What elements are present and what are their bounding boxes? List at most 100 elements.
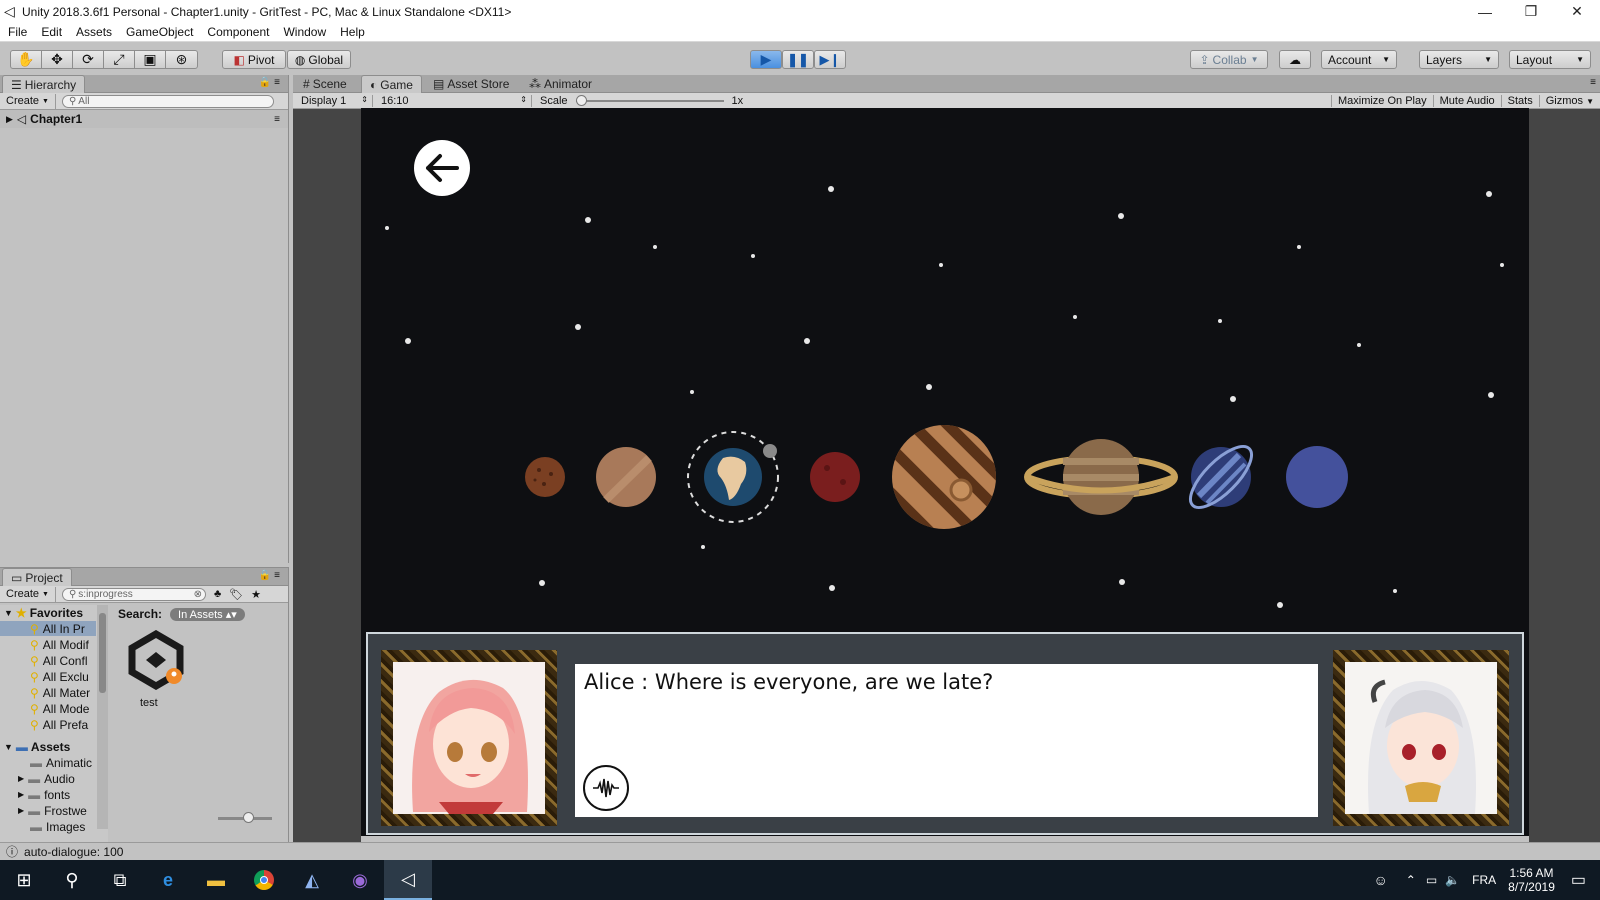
menu-assets[interactable]: Assets xyxy=(76,25,112,39)
clock[interactable]: 1:56 AM 8/7/2019 xyxy=(1508,866,1555,894)
expand-arrow-icon[interactable]: ▶ xyxy=(6,114,13,125)
transform-tool-icon[interactable]: ⊛ xyxy=(166,50,197,69)
list-item[interactable]: ▬ Images xyxy=(30,819,85,834)
menu-gameobject[interactable]: GameObject xyxy=(126,25,193,39)
minimize-button[interactable]: — xyxy=(1462,0,1508,23)
app-icon[interactable]: ◭ xyxy=(288,860,336,900)
search-icon[interactable]: ⚲ xyxy=(48,860,96,900)
game-viewport[interactable]: Alice : Where is everyone, are we late? xyxy=(361,108,1529,836)
scene-menu-icon[interactable]: ≡ xyxy=(274,114,280,125)
list-item[interactable]: ⚲ All Confl xyxy=(30,653,87,668)
play-button[interactable]: ▶ xyxy=(750,50,782,69)
list-item[interactable]: ⚲ All Modif xyxy=(30,637,89,652)
assets-header[interactable]: ▼ ▬ Assets xyxy=(4,739,70,755)
tab-project[interactable]: ▭ Project xyxy=(2,568,72,586)
menu-component[interactable]: Component xyxy=(207,25,269,39)
edge-browser-icon[interactable]: e xyxy=(144,860,192,900)
uranus-planet[interactable] xyxy=(1181,437,1260,516)
collab-dropdown[interactable]: ⇪ Collab ▼ xyxy=(1190,50,1268,69)
hierarchy-scene-row[interactable]: ▶ ◁ Chapter1 ≡ xyxy=(0,110,288,128)
file-explorer-icon[interactable]: ▬ xyxy=(192,860,240,900)
list-item[interactable]: ▶ ▬ Audio xyxy=(18,771,75,786)
panel-menu-icon[interactable]: ≡ xyxy=(1590,77,1596,88)
voice-play-button[interactable] xyxy=(583,765,629,811)
people-icon[interactable]: ☺ xyxy=(1374,872,1388,888)
hierarchy-search-input[interactable]: ⚲ All xyxy=(61,94,274,108)
clear-search-icon[interactable]: ⊗ xyxy=(194,589,202,600)
status-message[interactable]: auto-dialogue: 100 xyxy=(24,845,123,859)
network-icon[interactable]: ▭ xyxy=(1426,873,1437,887)
account-dropdown[interactable]: Account ▼ xyxy=(1321,50,1397,69)
neptune-planet[interactable] xyxy=(1286,446,1348,508)
earth-planet[interactable] xyxy=(687,431,779,523)
layout-dropdown[interactable]: Layout ▼ xyxy=(1509,50,1591,69)
maximize-on-play-toggle[interactable]: Maximize On Play xyxy=(1330,94,1433,107)
hierarchy-create-button[interactable]: Create ▼ xyxy=(0,93,56,109)
favorites-header[interactable]: ▼ ★ Favorites xyxy=(0,605,108,621)
tab-asset-store[interactable]: ▤ Asset Store xyxy=(425,75,517,93)
display-dropdown[interactable]: Display 1 ⇕ xyxy=(293,94,373,107)
panel-menu-icon[interactable]: 🔒 ≡ xyxy=(259,77,280,88)
search-scope-badge[interactable]: In Assets ▴▾ xyxy=(170,607,245,621)
list-item[interactable]: ⚲ All Mater xyxy=(30,685,90,700)
star-icon[interactable]: ★ xyxy=(251,588,261,601)
mars-planet[interactable] xyxy=(810,452,860,502)
list-item[interactable]: ⚲ All Mode xyxy=(30,701,89,716)
jupiter-planet[interactable] xyxy=(866,398,1011,563)
gizmos-dropdown[interactable]: Gizmos ▼ xyxy=(1538,94,1600,107)
tab-animator[interactable]: ⁂ Animator xyxy=(521,75,600,93)
menu-edit[interactable]: Edit xyxy=(41,25,62,39)
menu-window[interactable]: Window xyxy=(283,25,326,39)
step-button[interactable]: ▶❙ xyxy=(814,50,846,69)
list-item[interactable]: ⚲ All Prefa xyxy=(30,717,88,732)
pivot-toggle[interactable]: ◧ Pivot xyxy=(222,50,286,69)
rect-tool-icon[interactable]: ▣ xyxy=(135,50,166,69)
panel-menu-icon[interactable]: 🔒 ≡ xyxy=(259,570,280,581)
layers-dropdown[interactable]: Layers ▼ xyxy=(1419,50,1499,69)
tab-scene[interactable]: # Scene xyxy=(295,75,355,93)
mute-audio-toggle[interactable]: Mute Audio xyxy=(1432,94,1501,107)
scrollbar-thumb[interactable] xyxy=(99,613,106,693)
list-item[interactable]: ▶ ▬ Frostwe xyxy=(18,803,87,818)
language-indicator[interactable]: FRA xyxy=(1472,873,1496,887)
task-view-icon[interactable]: ⧉ xyxy=(96,860,144,900)
rotate-tool-icon[interactable]: ⟳ xyxy=(73,50,104,69)
mercury-planet[interactable] xyxy=(525,457,565,497)
stats-toggle[interactable]: Stats xyxy=(1500,94,1539,107)
list-item[interactable]: ▶ ▬ fonts xyxy=(18,787,70,802)
unity-asset-icon[interactable] xyxy=(126,629,192,696)
saturn-planet[interactable] xyxy=(1024,439,1178,515)
filter-label-icon[interactable]: 🏷 xyxy=(229,588,243,601)
menu-help[interactable]: Help xyxy=(340,25,365,39)
chrome-browser-icon[interactable] xyxy=(240,860,288,900)
project-search-input[interactable]: ⚲ s:inprogress ⊗ xyxy=(61,587,206,601)
cloud-button[interactable]: ☁ xyxy=(1279,50,1311,69)
tab-hierarchy[interactable]: ☰ Hierarchy xyxy=(2,75,86,93)
list-item[interactable]: ⚲ All Exclu xyxy=(30,669,89,684)
venus-planet[interactable] xyxy=(596,447,656,507)
close-button[interactable]: ✕ xyxy=(1554,0,1600,23)
visual-studio-icon[interactable]: ◉ xyxy=(336,860,384,900)
menu-file[interactable]: File xyxy=(8,25,27,39)
tab-game[interactable]: ◐ Game xyxy=(361,75,422,93)
tree-scrollbar[interactable] xyxy=(97,605,108,829)
notification-icon[interactable]: ▭ xyxy=(1571,870,1586,890)
chevron-up-icon[interactable]: ⌃ xyxy=(1406,873,1416,887)
unity-taskbar-icon[interactable]: ◁ xyxy=(384,860,432,900)
project-create-button[interactable]: Create ▼ xyxy=(0,586,56,602)
scale-tool-icon[interactable]: ⤢ xyxy=(104,50,135,69)
filter-type-icon[interactable]: ♣ xyxy=(214,588,221,600)
slider-thumb[interactable] xyxy=(575,94,587,106)
start-button[interactable]: ⊞ xyxy=(0,860,48,900)
maximize-button[interactable]: ❐ xyxy=(1508,0,1554,23)
scale-slider[interactable] xyxy=(575,94,724,107)
pause-button[interactable]: ❚❚ xyxy=(782,50,814,69)
zoom-slider-thumb[interactable] xyxy=(243,812,254,823)
list-item[interactable]: ▬ Animatic xyxy=(30,755,92,770)
global-toggle[interactable]: ◍ Global xyxy=(287,50,351,69)
hand-tool-icon[interactable]: ✋ xyxy=(11,50,42,69)
aspect-dropdown[interactable]: 16:10 ⇕ xyxy=(373,94,532,107)
volume-icon[interactable]: 🔈 xyxy=(1445,873,1460,887)
move-tool-icon[interactable]: ✥ xyxy=(42,50,73,69)
list-item[interactable]: ⚲ All In Pr xyxy=(0,621,96,636)
